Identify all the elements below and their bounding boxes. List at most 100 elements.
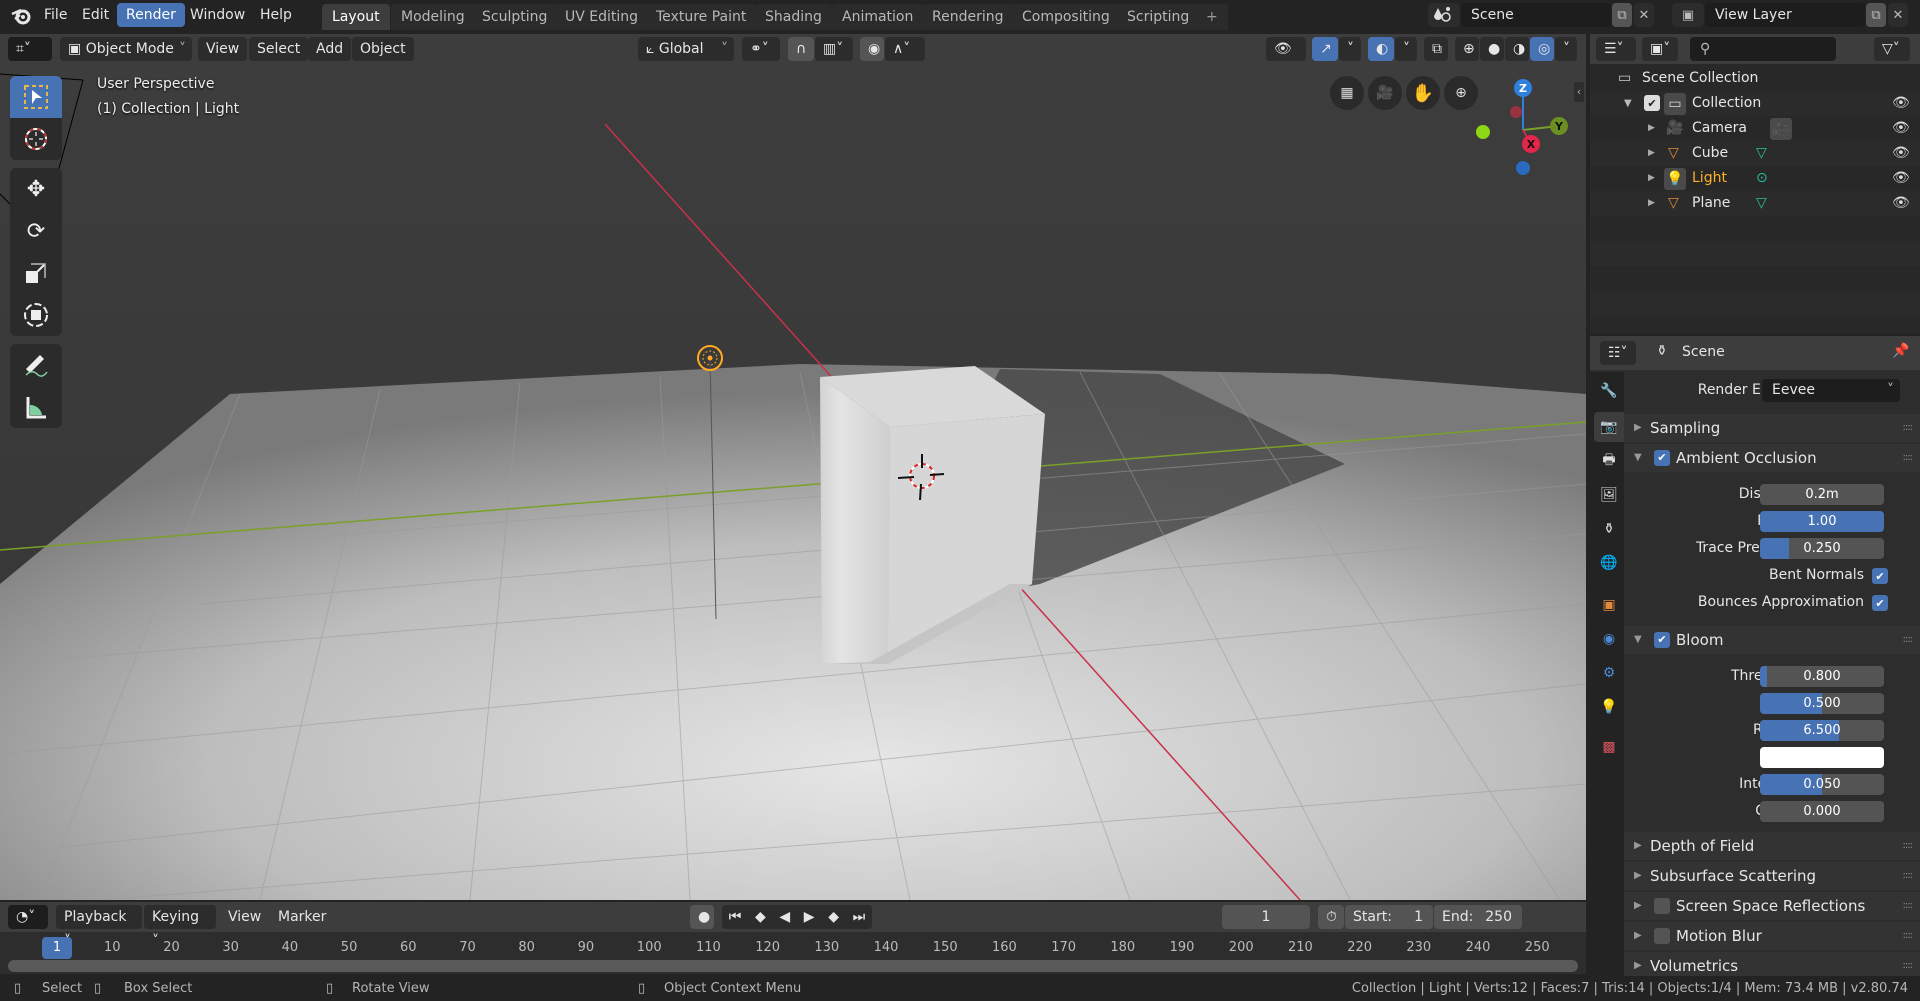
panel-depth-of-field[interactable]: ▶ Depth of Field :::: [1624,832,1920,860]
jump-end-icon[interactable]: ⏭ [853,905,866,929]
eye-icon[interactable]: 👁 [1892,141,1910,166]
panel-subsurface-scattering[interactable]: ▶ Subsurface Scattering :::: [1624,862,1920,890]
texture-tab-icon[interactable]: ▩ [1594,732,1624,762]
panel-screen-space-reflections[interactable]: ▶ Screen Space Reflections :::: [1624,892,1920,920]
timeline-editor-type-icon[interactable]: ◔˅ [8,905,48,929]
drag-handle-icon[interactable]: :::: [1903,626,1914,654]
bloom-clamp-slider[interactable]: 0.000 [1760,801,1884,822]
snap-toggle-icon[interactable]: ∩ [788,37,814,61]
editor-type-icon[interactable]: ⌗˅ [8,37,52,61]
tab-compositing[interactable]: Compositing [1012,4,1120,30]
shading-dropdown-icon[interactable]: ˅ [1555,37,1577,61]
panel-sampling[interactable]: ▶ Sampling :::: [1624,414,1920,442]
drag-handle-icon[interactable]: :::: [1903,892,1914,920]
light-data-tab-icon[interactable]: 💡 [1594,692,1624,722]
pan-hand-icon[interactable]: ✋ [1406,76,1440,110]
visibility-icon[interactable]: 👁˅ [1266,37,1306,81]
bloom-color-swatch[interactable] [1760,747,1884,768]
outliner-row-scene-collection[interactable]: ▭ Scene Collection [1590,66,1920,91]
falloff-icon[interactable]: ∧˅ [885,37,925,61]
tab-modeling[interactable]: Modeling [391,4,475,30]
transform-orientation-dropdown[interactable]: ⟀ Global ˅ [638,37,734,61]
bloom-threshold-slider[interactable]: 0.800 [1760,666,1884,687]
tool-annotate[interactable] [10,344,62,386]
ao-distance-field[interactable]: 0.2m [1760,484,1884,505]
xray-toggle-icon[interactable]: ⧉ [1424,37,1448,61]
ao-enable-checkbox[interactable]: ✔ [1654,450,1670,466]
properties-editor-type-icon[interactable]: ☷˅ [1600,341,1636,365]
scene-selector-icon[interactable] [1428,3,1460,27]
menu-marker[interactable]: Marker [270,905,334,929]
proportional-edit-icon[interactable]: ◉ [860,37,884,61]
start-frame-field[interactable]: Start: 1 [1345,905,1433,929]
eye-icon[interactable]: 👁 [1892,91,1910,116]
wireframe-shading-icon[interactable]: ⊕ [1455,37,1479,61]
tab-layout[interactable]: Layout [322,4,390,30]
outliner-row-light[interactable]: ▶ 💡 Light ⊙ 👁 [1590,166,1920,191]
bloom-radius-slider[interactable]: 6.500 [1760,720,1884,741]
menu-edit[interactable]: Edit [73,3,118,27]
jump-start-icon[interactable]: ⏮ [729,905,742,929]
ao-factor-slider[interactable]: 1.00 [1760,511,1884,532]
lookdev-shading-icon[interactable]: ◑ [1505,37,1529,61]
menu-object[interactable]: Object [352,37,414,61]
snap-target-icon[interactable]: ▥˅ [815,37,853,61]
copy-view-layer-icon[interactable]: ⧉ [1866,3,1886,27]
view-layer-icon[interactable]: ▣ [1672,3,1704,27]
rendered-shading-icon[interactable]: ◎ [1530,37,1554,61]
outliner-row-collection[interactable]: ▼ ✔ ▭ Collection 👁 [1590,91,1920,116]
eye-icon[interactable]: 👁 [1892,116,1910,141]
mesh-data-icon[interactable]: ▽ [1756,141,1767,166]
menu-keying[interactable]: Keying ˅ [144,905,216,949]
tab-scripting[interactable]: Scripting [1117,4,1200,30]
menu-window[interactable]: Window [181,3,254,27]
playhead-frame[interactable]: 1 [42,937,72,959]
copy-scene-icon[interactable]: ⧉ [1612,3,1632,27]
expand-arrow-icon[interactable]: ▼ [1624,91,1632,116]
next-keyframe-icon[interactable]: ◆ [828,905,839,929]
menu-add[interactable]: Add [308,37,352,61]
tool-rotate[interactable]: ⟳ [10,210,62,252]
drag-handle-icon[interactable]: :::: [1903,952,1914,976]
bent-normals-checkbox[interactable]: ✔ [1872,568,1888,584]
view-layer-tab-icon[interactable]: 🖼 [1594,480,1624,510]
menu-select[interactable]: Select [249,37,309,61]
light-data-icon[interactable]: ⊙ [1756,166,1768,191]
panel-bloom[interactable]: ▼ ✔ Bloom :::: [1624,626,1920,654]
blender-logo-icon[interactable] [10,5,32,27]
scene-tab-icon[interactable]: ⚱ [1594,514,1624,544]
render-tab-icon[interactable]: 📷 [1594,412,1624,442]
tool-transform[interactable] [10,294,62,336]
current-frame-field[interactable]: 1 [1222,905,1310,929]
expand-arrow-icon[interactable]: ▶ [1648,191,1655,216]
panel-motion-blur[interactable]: ▶ Motion Blur :::: [1624,922,1920,950]
camera-data-icon[interactable]: 🎥 [1770,118,1792,140]
menu-file[interactable]: File [35,3,76,27]
drag-handle-icon[interactable]: :::: [1903,922,1914,950]
panel-volumetrics[interactable]: ▶ Volumetrics :::: [1624,952,1920,976]
outliner-editor-type-icon[interactable]: ☰˅ [1596,37,1636,61]
expand-arrow-icon[interactable]: ▶ [1648,141,1655,166]
close-view-layer-icon[interactable]: ✕ [1888,3,1908,27]
drag-handle-icon[interactable]: :::: [1903,444,1914,472]
object-mode-dropdown[interactable]: ▣ Object Mode ˅ [60,37,192,61]
tab-sculpting[interactable]: Sculpting [472,4,558,30]
panel-ambient-occlusion[interactable]: ▼ ✔ Ambient Occlusion :::: [1624,444,1920,472]
constraints-tab-icon[interactable]: ⚙ [1594,658,1624,688]
close-scene-icon[interactable]: ✕ [1634,3,1654,27]
output-tab-icon[interactable]: 🖶 [1594,446,1624,476]
outliner-row-plane[interactable]: ▶ ▽ Plane ▽ 👁 [1590,191,1920,216]
tool-measure[interactable] [10,386,62,428]
tool-scale[interactable] [10,252,62,294]
filter-icon[interactable]: ▽˅ [1874,37,1910,61]
timeline-scrollbar[interactable] [8,960,1578,972]
navigation-gizmo[interactable]: Z Y X [1460,66,1570,186]
scene-name-field[interactable]: Scene [1461,3,1611,27]
world-tab-icon[interactable]: 🌐 [1594,548,1624,578]
eye-icon[interactable]: 👁 [1892,191,1910,216]
camera-view-icon[interactable]: 🎥 [1368,76,1402,110]
menu-view[interactable]: View [198,37,248,61]
tool-tab-icon[interactable]: 🔧 [1594,376,1624,406]
ao-trace-precision-slider[interactable]: 0.250 [1760,538,1884,559]
view-layer-field[interactable]: View Layer [1705,3,1865,27]
